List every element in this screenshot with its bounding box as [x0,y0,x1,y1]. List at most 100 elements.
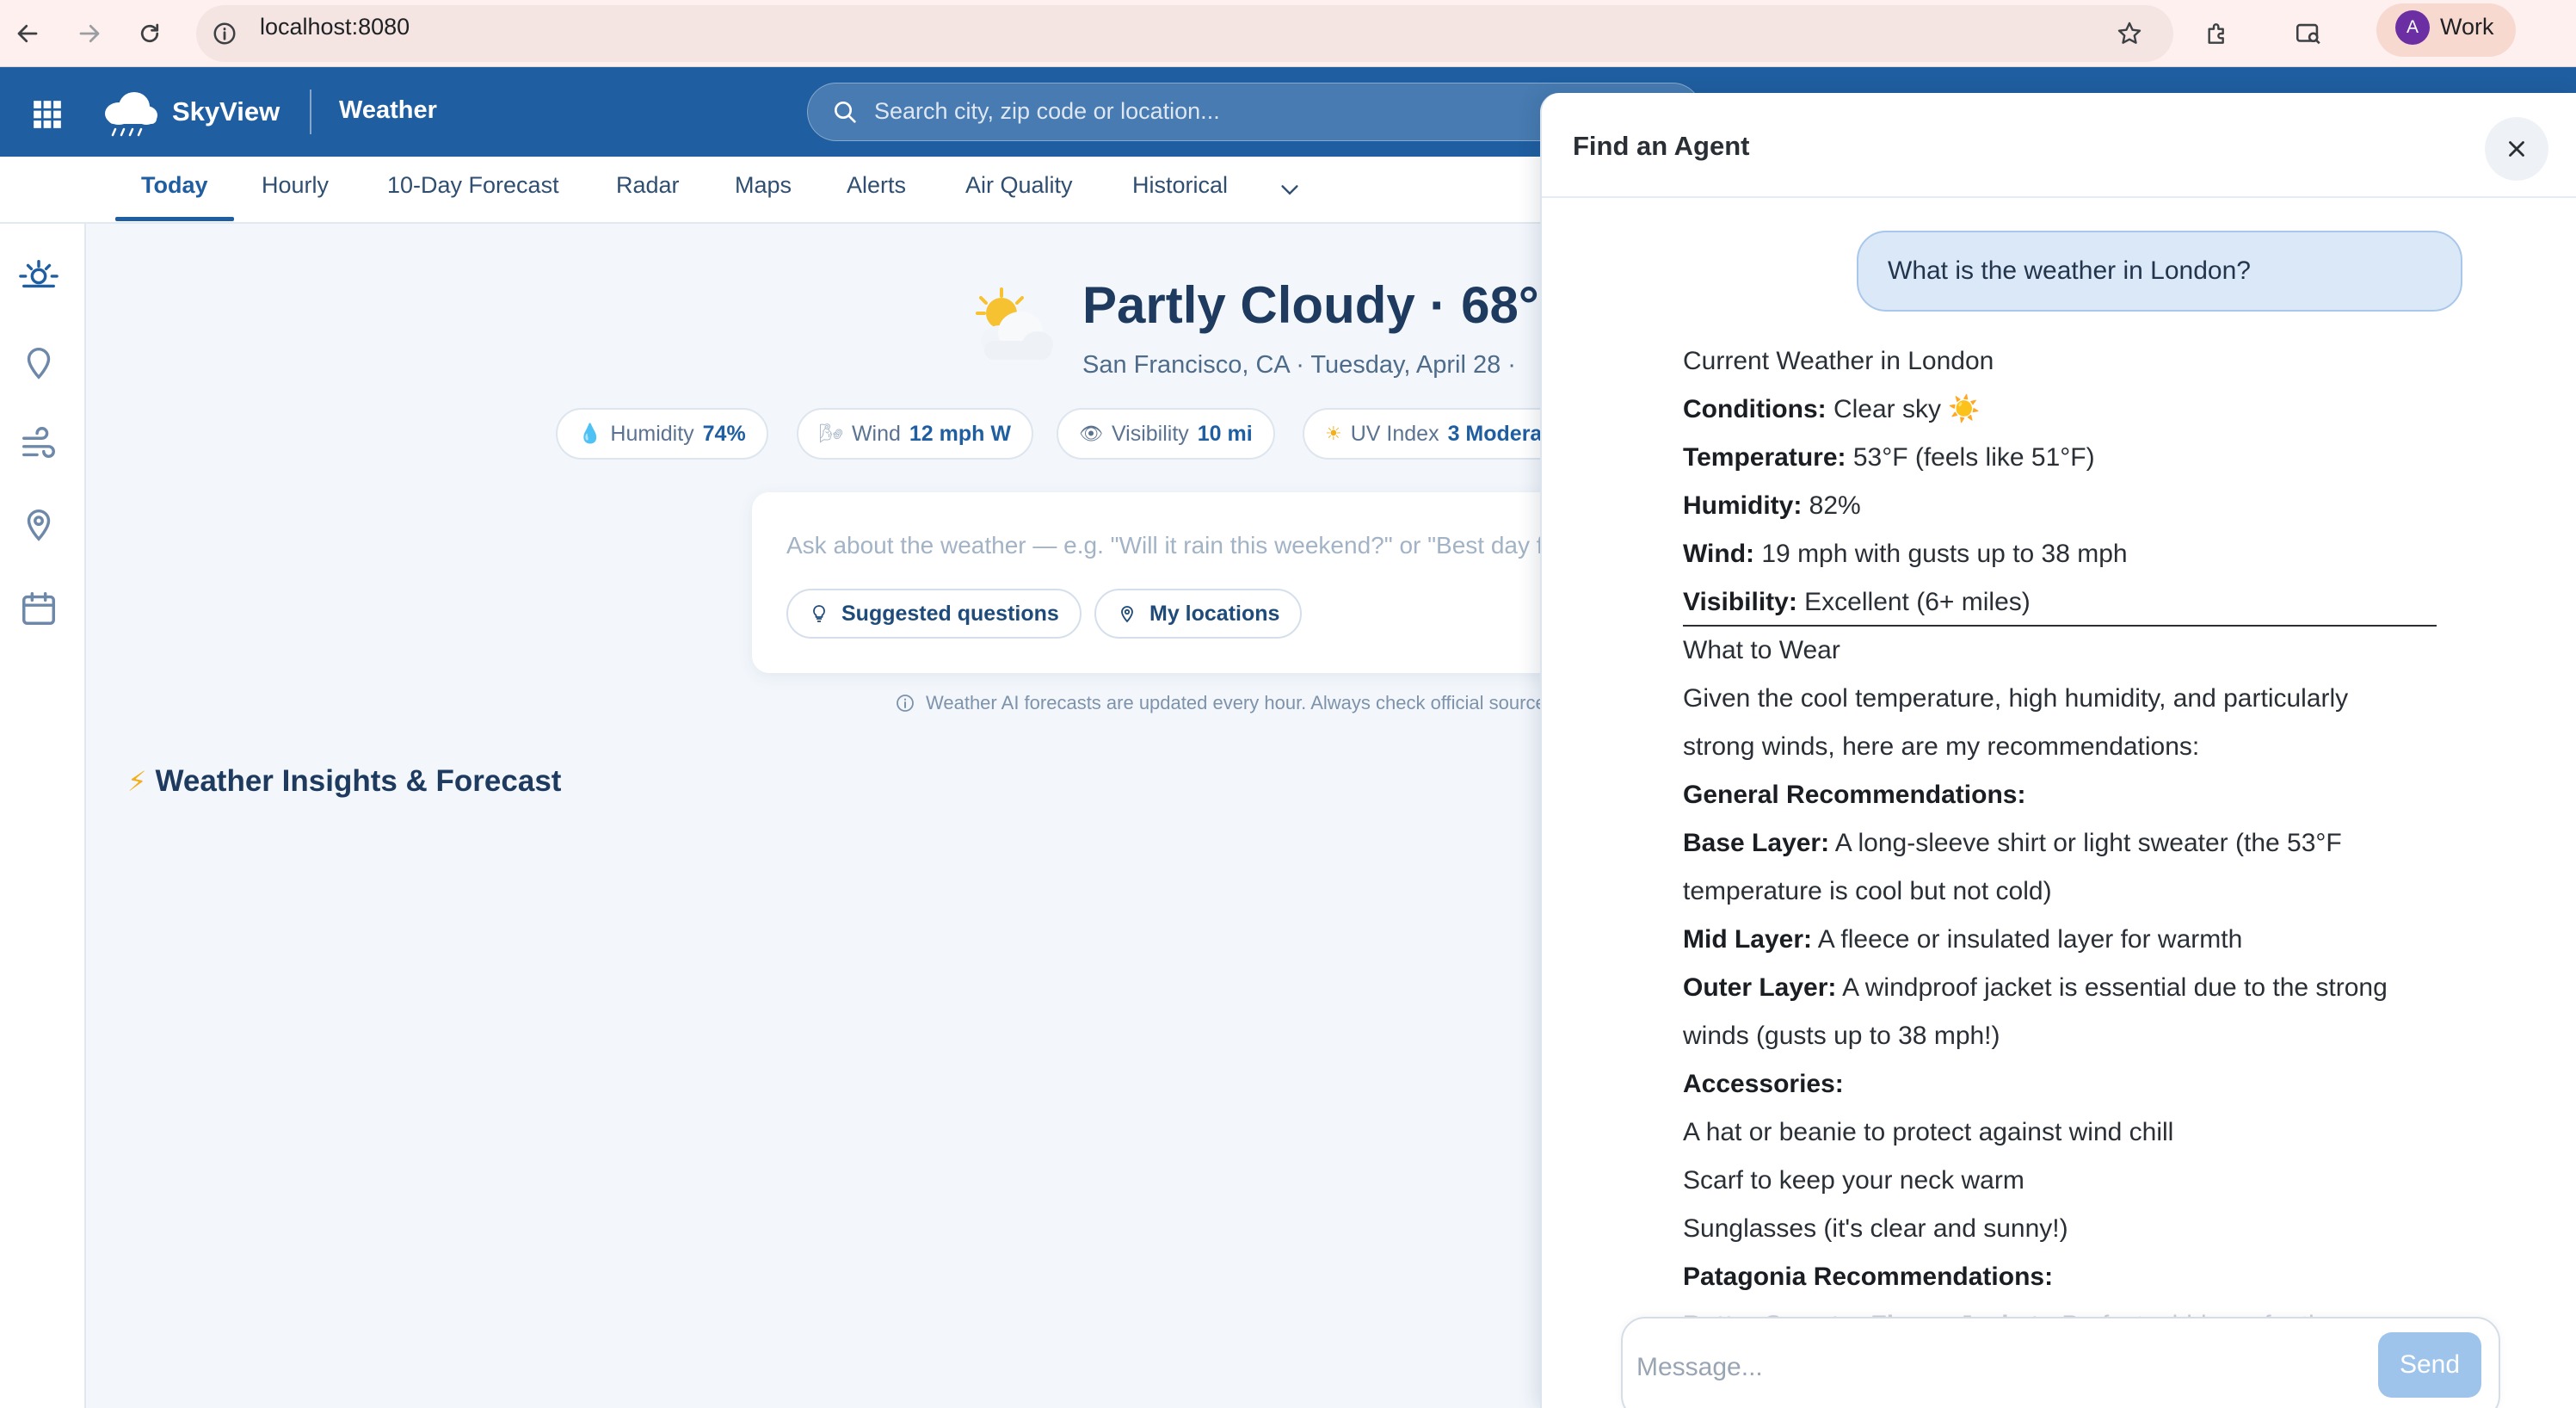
suggested-questions-label: Suggested questions [841,601,1059,626]
reply-label: General Recommendations: [1683,781,2026,809]
reply-label: Mid Layer: [1683,925,1813,954]
bookmark-button[interactable] [2106,10,2153,57]
tab-historical[interactable]: Historical [1132,172,1228,199]
reply-base-layer-cont: temperature is cool but not cold) [1683,877,2052,905]
map-pin-icon[interactable] [19,504,59,544]
stat-value: 10 mi [1197,421,1253,446]
stat-label: Visibility [1111,421,1189,446]
reply-value: Clear sky ☀️ [1826,395,1981,423]
reply-accessories-heading: Accessories: [1683,1060,2440,1108]
message-input[interactable]: Message... [1636,1353,1763,1382]
tab-radar[interactable]: Radar [616,172,680,199]
ask-input[interactable]: Ask about the weather — e.g. "Will it ra… [786,532,1657,559]
my-locations-button[interactable]: My locations [1094,589,1303,639]
reply-patagonia-heading: Patagonia Recommendations: [1683,1253,2440,1301]
disclaimer-note: Weather AI forecasts are updated every h… [895,692,1640,714]
search-placeholder: Search city, zip code or location... [874,98,1220,124]
tab-search-icon [2296,23,2320,45]
reload-button[interactable] [129,13,170,54]
stat-value: 12 mph W [909,421,1011,446]
tab-today[interactable]: Today [141,172,208,199]
my-locations-label: My locations [1149,601,1280,626]
reply-general-heading: General Recommendations: [1683,771,2440,819]
insights-title: Weather Insights & Forecast [155,764,562,798]
stat-label: Humidity [610,421,694,446]
sun-icon: ☀ [1325,423,1342,444]
ask-weather-card [752,492,1561,673]
reply-outer-layer-cont: winds (gusts up to 38 mph!) [1683,1022,2000,1050]
avatar: A [2395,10,2430,45]
close-button[interactable] [2485,117,2548,181]
stat-value: 74% [702,421,746,446]
extensions-button[interactable] [2194,10,2240,57]
humidity-chip[interactable]: 💧 Humidity 74% [556,408,768,460]
section-name: Weather [339,96,437,124]
reply-humidity: Humidity: 82% [1683,482,2440,530]
puzzle-icon [2208,23,2224,44]
site-info-icon[interactable] [212,21,237,46]
close-icon [2509,141,2524,157]
calendar-icon[interactable] [19,589,59,628]
reply-wear-intro: strong winds, here are my recommendation… [1683,732,2200,761]
wind-icon: 🌬 [819,423,843,444]
tab-search-button[interactable] [2285,10,2332,57]
reply-label: Accessories: [1683,1070,1844,1098]
droplet-icon: 💧 [578,423,602,444]
insights-heading: ⚡ Weather Insights & Forecast [127,764,561,799]
wind-icon[interactable] [19,423,59,463]
brand-name[interactable]: SkyView [172,96,280,127]
reply-label: Conditions: [1683,395,1827,423]
reply-conditions: Conditions: Clear sky ☀️ [1683,386,2440,434]
star-icon [2117,22,2142,44]
reply-value: 53°F (feels like 51°F) [1846,443,2095,472]
info-icon [897,695,914,712]
wind-chip[interactable]: 🌬 Wind 12 mph W [797,408,1033,460]
reply-label: Wind: [1683,540,1755,568]
reply-wear-heading: What to Wear [1683,636,1840,664]
forward-arrow-icon [79,24,100,43]
tab-air-quality[interactable]: Air Quality [965,172,1073,199]
left-rail [0,224,86,1408]
reply-label: Visibility: [1683,588,1797,616]
tab-maps[interactable]: Maps [735,172,792,199]
page-title: Partly Cloudy · 68°F [1082,276,1571,334]
chevron-down-icon[interactable] [1277,179,1303,200]
eye-icon: 👁 [1079,423,1103,444]
reply-accessory: Sunglasses (it's clear and sunny!) [1683,1214,2068,1243]
reply-accessory: Scarf to keep your neck warm [1683,1166,2024,1195]
tab-alerts[interactable]: Alerts [847,172,906,199]
stat-label: UV Index [1350,421,1439,446]
reply-value: 19 mph with gusts up to 38 mph [1754,540,2128,568]
reply-label: Temperature: [1683,443,1846,472]
url-text[interactable]: localhost:8080 [260,12,410,41]
stat-label: Wind [851,421,901,446]
tab-10-day-forecast[interactable]: 10-Day Forecast [387,172,559,199]
send-button[interactable]: Send [2378,1332,2481,1398]
reply-temperature: Temperature: 53°F (feels like 51°F) [1683,434,2440,482]
reply-mid-layer: Mid Layer: A fleece or insulated layer f… [1683,916,2440,964]
reply-label: Humidity: [1683,491,1803,520]
reply-value: A fleece or insulated layer for warmth [1812,925,2243,954]
location-pin-icon[interactable] [19,343,59,382]
reply-accessory: A hat or beanie to protect against wind … [1683,1118,2174,1146]
forward-button[interactable] [69,13,110,54]
back-button[interactable] [7,13,48,54]
partly-cloudy-icon [976,287,1053,360]
disclaimer-text: Weather AI forecasts are updated every h… [926,692,1640,713]
reply-heading: Current Weather in London [1683,347,1994,375]
location-pin-icon [1121,606,1133,623]
address-bar[interactable] [196,5,2173,62]
weather-sun-icon[interactable] [19,255,59,294]
tab-hourly[interactable]: Hourly [262,172,329,199]
reply-label: Base Layer: [1683,829,1830,857]
visibility-chip[interactable]: 👁 Visibility 10 mi [1057,408,1275,460]
active-tab-indicator [115,217,234,221]
reply-wear-intro: Given the cool temperature, high humidit… [1683,684,2349,713]
apps-grid-icon[interactable] [31,98,64,131]
reply-outer-layer: Outer Layer: A windproof jacket is essen… [1683,964,2440,1012]
reply-value: Excellent (6+ miles) [1796,588,2031,616]
suggested-questions-button[interactable]: Suggested questions [786,589,1082,639]
location-date: San Francisco, CA · Tuesday, April 28 · [1082,351,1516,379]
lightbulb-icon [813,605,825,622]
skyview-logo-icon [105,92,157,137]
